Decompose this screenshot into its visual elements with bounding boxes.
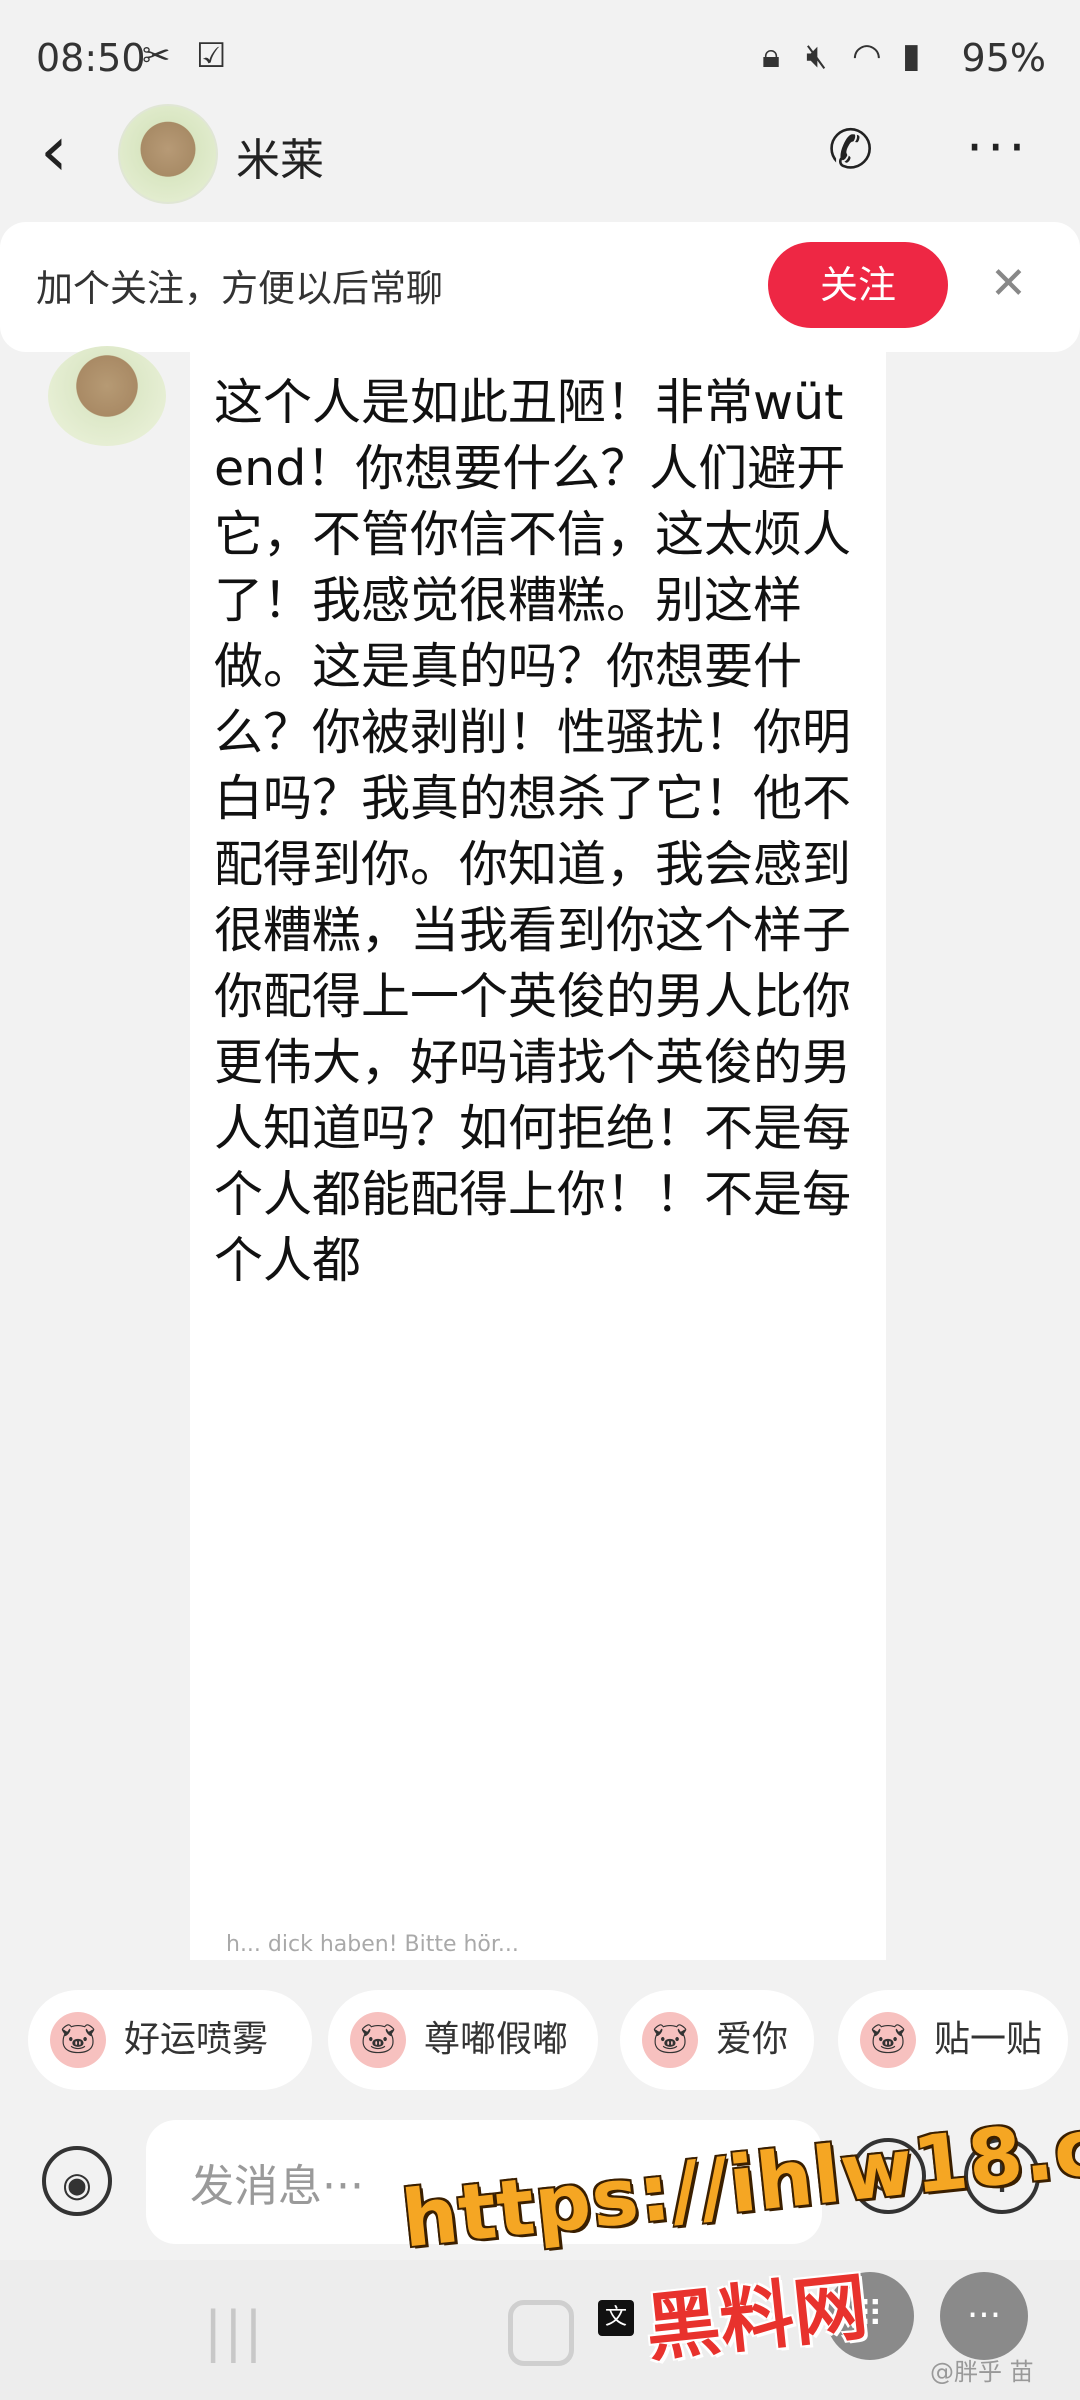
phone-icon[interactable]: ✆ (828, 118, 873, 181)
recent-apps-icon[interactable]: ||| (204, 2300, 265, 2363)
checkbox-icon: ☑ (196, 36, 227, 76)
quick-reply-chip[interactable]: 🐷︎ 尊嘟假嘟 (328, 1990, 598, 2090)
battery-indicator: 95% (961, 36, 1046, 80)
quick-reply-chip[interactable]: 🐷︎ 爱你 (620, 1990, 814, 2090)
more-dots-icon[interactable]: ··· (940, 2272, 1028, 2360)
translate-icon: 文 (598, 2300, 634, 2336)
lock-icon: 🔒︎ (762, 36, 781, 76)
quick-reply-label: 尊嘟假嘟 (424, 2019, 569, 2060)
home-icon[interactable] (508, 2300, 574, 2366)
follow-banner-text: 加个关注，方便以后常聊 (36, 267, 443, 310)
sender-avatar[interactable] (48, 346, 166, 446)
voice-input-icon[interactable]: ◉ (42, 2146, 112, 2216)
status-time: 08:50 (36, 36, 146, 80)
quick-reply-chip[interactable]: 🐷︎ 好运喷雾 (28, 1990, 312, 2090)
quick-reply-label: 贴一贴 (934, 2019, 1043, 2060)
more-options-icon[interactable]: ··· (966, 116, 1030, 179)
signal-icon: ▮ (902, 36, 921, 76)
back-icon[interactable]: ‹ (40, 116, 68, 186)
quick-reply-label: 爱你 (716, 2019, 789, 2060)
pig-sticker-icon: 🐷︎ (350, 2012, 406, 2068)
message-blurred-text: h... dick haben! Bitte hör... (226, 1932, 519, 1954)
pig-sticker-icon: 🐷︎ (642, 2012, 698, 2068)
capcut-icon: ✂ (142, 36, 171, 76)
quick-reply-label: 好运喷雾 (124, 2019, 269, 2060)
wifi-icon: ◠ (852, 36, 882, 76)
message-text: 这个人是如此丑陋！非常wütend！你想要什么？人们避开它，不管你信不信，这太烦… (214, 374, 852, 1289)
follow-button[interactable]: 关注 (768, 242, 948, 328)
pig-sticker-icon: 🐷︎ (860, 2012, 916, 2068)
message-input-placeholder: 发消息··· (190, 2161, 364, 2212)
contact-name[interactable]: 米莱 (236, 124, 324, 188)
contact-avatar[interactable] (118, 104, 218, 204)
pig-sticker-icon: 🐷︎ (50, 2012, 106, 2068)
close-icon[interactable]: ✕ (990, 258, 1027, 309)
weibo-watermark: @胖乎 苗 (930, 2358, 1034, 2386)
quick-reply-chip[interactable]: 🐷︎ 贴一贴 (838, 1990, 1068, 2090)
mute-icon: 🔇︎ (806, 36, 828, 76)
